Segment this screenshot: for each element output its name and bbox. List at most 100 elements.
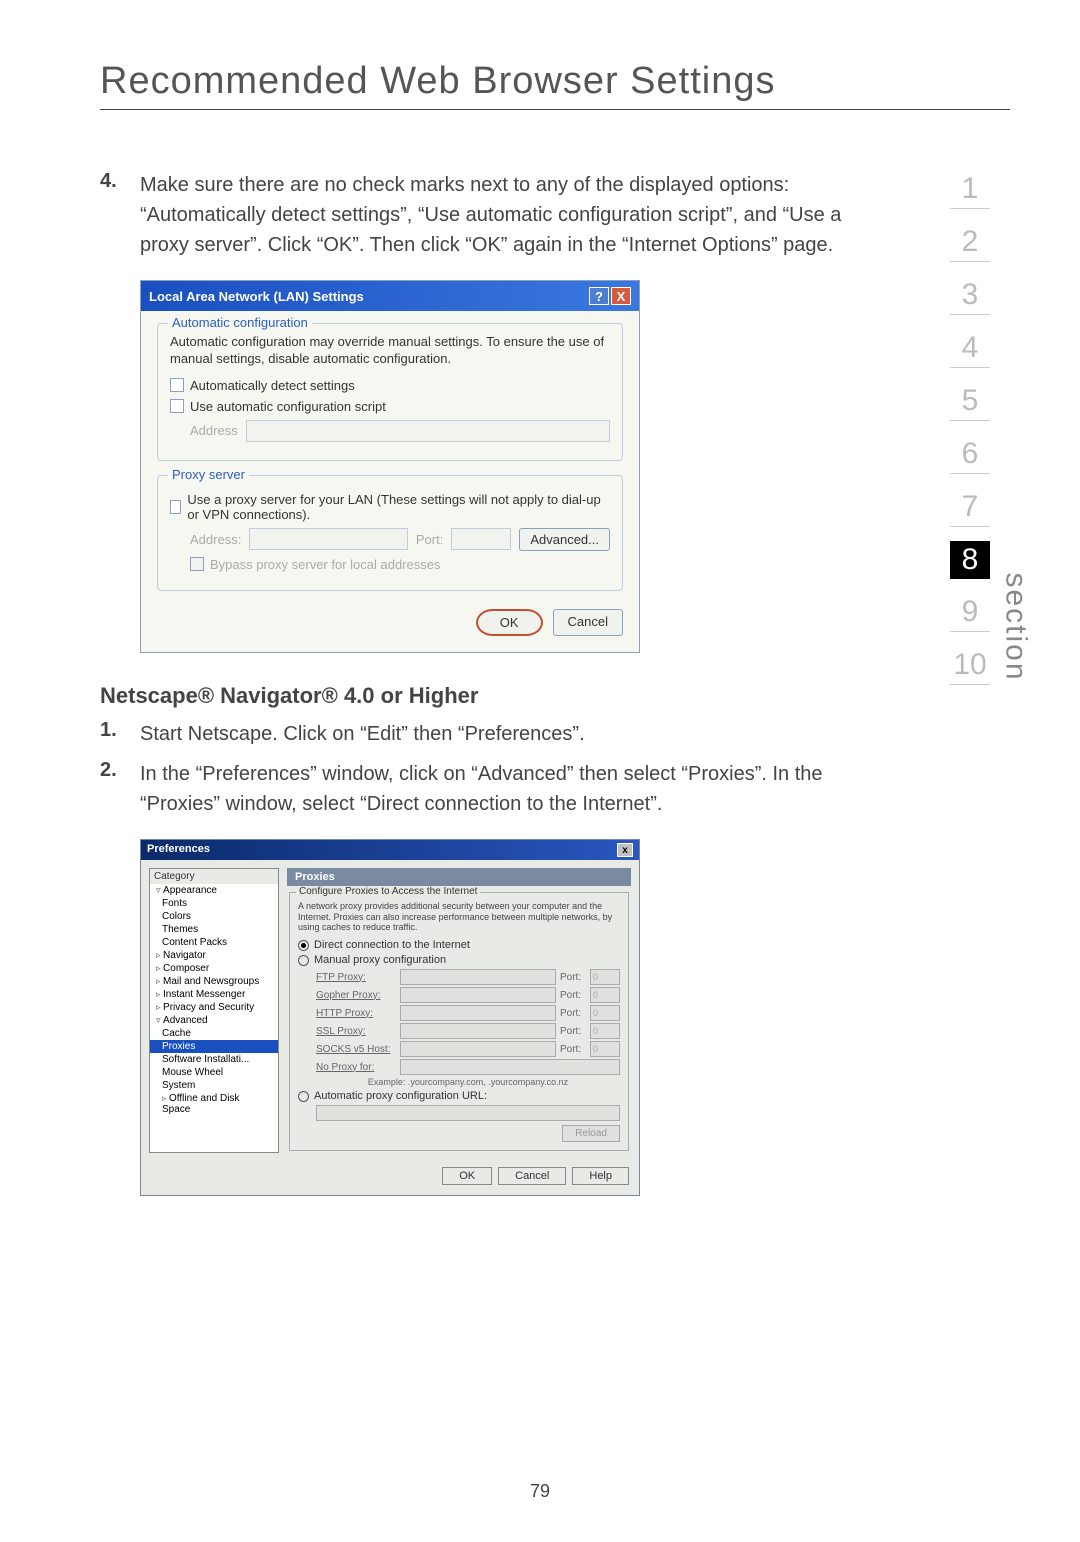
auto-detect-checkbox[interactable] xyxy=(170,378,184,392)
prefs-title: Preferences xyxy=(147,843,210,857)
port-label: Port: xyxy=(560,990,586,1001)
ssl-proxy-input xyxy=(400,1023,556,1039)
socks-host-label: SOCKS v5 Host: xyxy=(316,1044,396,1055)
cat-system[interactable]: System xyxy=(150,1079,278,1092)
advanced-button[interactable]: Advanced... xyxy=(519,528,610,551)
manual-proxy-label: Manual proxy configuration xyxy=(314,954,446,966)
prefs-titlebar: Preferences x xyxy=(141,840,639,860)
cat-appearance[interactable]: Appearance xyxy=(150,884,278,897)
section-link-9[interactable]: 9 xyxy=(950,593,990,632)
section-link-1[interactable]: 1 xyxy=(950,170,990,209)
help-button[interactable]: Help xyxy=(572,1167,629,1185)
cat-mail[interactable]: Mail and Newsgroups xyxy=(150,975,278,988)
cat-advanced[interactable]: Advanced xyxy=(150,1014,278,1027)
step-text: Make sure there are no check marks next … xyxy=(140,170,890,260)
auto-detect-label: Automatically detect settings xyxy=(190,378,355,393)
section-label: section xyxy=(998,572,1032,681)
ssl-port-input: 0 xyxy=(590,1023,620,1039)
auto-script-label: Use automatic configuration script xyxy=(190,399,386,414)
manual-proxy-radio[interactable] xyxy=(298,955,309,966)
close-icon[interactable]: X xyxy=(611,287,631,305)
section-link-10[interactable]: 10 xyxy=(950,646,990,685)
cat-mouse[interactable]: Mouse Wheel xyxy=(150,1066,278,1079)
configure-proxies-legend: Configure Proxies to Access the Internet xyxy=(296,886,480,897)
port-label: Port: xyxy=(560,1044,586,1055)
configure-proxies-group: Configure Proxies to Access the Internet… xyxy=(289,892,629,1151)
step-number: 2. xyxy=(100,759,140,819)
use-proxy-checkbox[interactable] xyxy=(170,500,181,514)
proxy-port-input xyxy=(451,528,511,550)
section-link-5[interactable]: 5 xyxy=(950,382,990,421)
proxy-address-input xyxy=(249,528,408,550)
auto-config-desc: Automatic configuration may override man… xyxy=(170,334,610,368)
page-number: 79 xyxy=(530,1481,550,1502)
ok-button[interactable]: OK xyxy=(476,609,543,636)
prefs-right-panel: Proxies Configure Proxies to Access the … xyxy=(287,868,631,1153)
use-proxy-label: Use a proxy server for your LAN (These s… xyxy=(187,492,610,522)
lan-settings-dialog: Local Area Network (LAN) Settings ? X Au… xyxy=(140,280,640,653)
step-number: 1. xyxy=(100,719,140,749)
netscape-step-2: 2. In the “Preferences” window, click on… xyxy=(100,759,890,819)
netscape-step-1: 1. Start Netscape. Click on “Edit” then … xyxy=(100,719,890,749)
proxy-group: Proxy server Use a proxy server for your… xyxy=(157,475,623,591)
cat-offline[interactable]: Offline and Disk Space xyxy=(150,1092,278,1116)
section-link-3[interactable]: 3 xyxy=(950,276,990,315)
cancel-button[interactable]: Cancel xyxy=(553,609,623,636)
cat-content-packs[interactable]: Content Packs xyxy=(150,936,278,949)
step-text: Start Netscape. Click on “Edit” then “Pr… xyxy=(140,719,585,749)
no-proxy-input xyxy=(400,1059,620,1075)
auto-proxy-radio[interactable] xyxy=(298,1091,309,1102)
section-link-8[interactable]: 8 xyxy=(950,541,990,579)
reload-button: Reload xyxy=(562,1125,620,1142)
page-title: Recommended Web Browser Settings xyxy=(100,60,1010,110)
close-icon[interactable]: x xyxy=(617,843,633,857)
proxies-heading: Proxies xyxy=(287,868,631,886)
bypass-label: Bypass proxy server for local addresses xyxy=(210,557,440,572)
step-text: In the “Preferences” window, click on “A… xyxy=(140,759,890,819)
cat-navigator[interactable]: Navigator xyxy=(150,949,278,962)
dialog-titlebar: Local Area Network (LAN) Settings ? X xyxy=(141,281,639,311)
example-text: Example: .yourcompany.com, .yourcompany.… xyxy=(316,1077,620,1087)
cat-im[interactable]: Instant Messenger xyxy=(150,988,278,1001)
netscape-heading: Netscape® Navigator® 4.0 or Higher xyxy=(100,683,890,709)
cat-themes[interactable]: Themes xyxy=(150,923,278,936)
cat-cache[interactable]: Cache xyxy=(150,1027,278,1040)
ftp-proxy-label: FTP Proxy: xyxy=(316,972,396,983)
category-tree[interactable]: Category Appearance Fonts Colors Themes … xyxy=(149,868,279,1153)
cat-fonts[interactable]: Fonts xyxy=(150,897,278,910)
auto-proxy-url-input xyxy=(316,1105,620,1121)
cancel-button[interactable]: Cancel xyxy=(498,1167,566,1185)
cat-colors[interactable]: Colors xyxy=(150,910,278,923)
http-proxy-label: HTTP Proxy: xyxy=(316,1008,396,1019)
port-label: Port: xyxy=(560,1008,586,1019)
category-heading: Category xyxy=(150,869,278,884)
bypass-checkbox xyxy=(190,557,204,571)
cat-proxies[interactable]: Proxies xyxy=(150,1040,278,1053)
auto-script-address-input xyxy=(246,420,610,442)
help-icon[interactable]: ? xyxy=(589,287,609,305)
gopher-proxy-input xyxy=(400,987,556,1003)
gopher-port-input: 0 xyxy=(590,987,620,1003)
direct-connection-radio[interactable] xyxy=(298,940,309,951)
gopher-proxy-label: Gopher Proxy: xyxy=(316,990,396,1001)
socks-host-input xyxy=(400,1041,556,1057)
address-label: Address xyxy=(190,423,238,438)
step-number: 4. xyxy=(100,170,140,260)
section-link-2[interactable]: 2 xyxy=(950,223,990,262)
no-proxy-label: No Proxy for: xyxy=(316,1062,396,1073)
cat-composer[interactable]: Composer xyxy=(150,962,278,975)
section-link-6[interactable]: 6 xyxy=(950,435,990,474)
cat-software[interactable]: Software Installati... xyxy=(150,1053,278,1066)
direct-connection-label: Direct connection to the Internet xyxy=(314,939,470,951)
ssl-proxy-label: SSL Proxy: xyxy=(316,1026,396,1037)
section-link-4[interactable]: 4 xyxy=(950,329,990,368)
section-link-7[interactable]: 7 xyxy=(950,488,990,527)
proxy-legend: Proxy server xyxy=(168,467,249,482)
ftp-proxy-input xyxy=(400,969,556,985)
preferences-dialog: Preferences x Category Appearance Fonts … xyxy=(140,839,640,1196)
ok-button[interactable]: OK xyxy=(442,1167,492,1185)
port-label: Port: xyxy=(560,1026,586,1037)
cat-privacy[interactable]: Privacy and Security xyxy=(150,1001,278,1014)
auto-script-checkbox[interactable] xyxy=(170,399,184,413)
dialog-title: Local Area Network (LAN) Settings xyxy=(149,289,364,304)
